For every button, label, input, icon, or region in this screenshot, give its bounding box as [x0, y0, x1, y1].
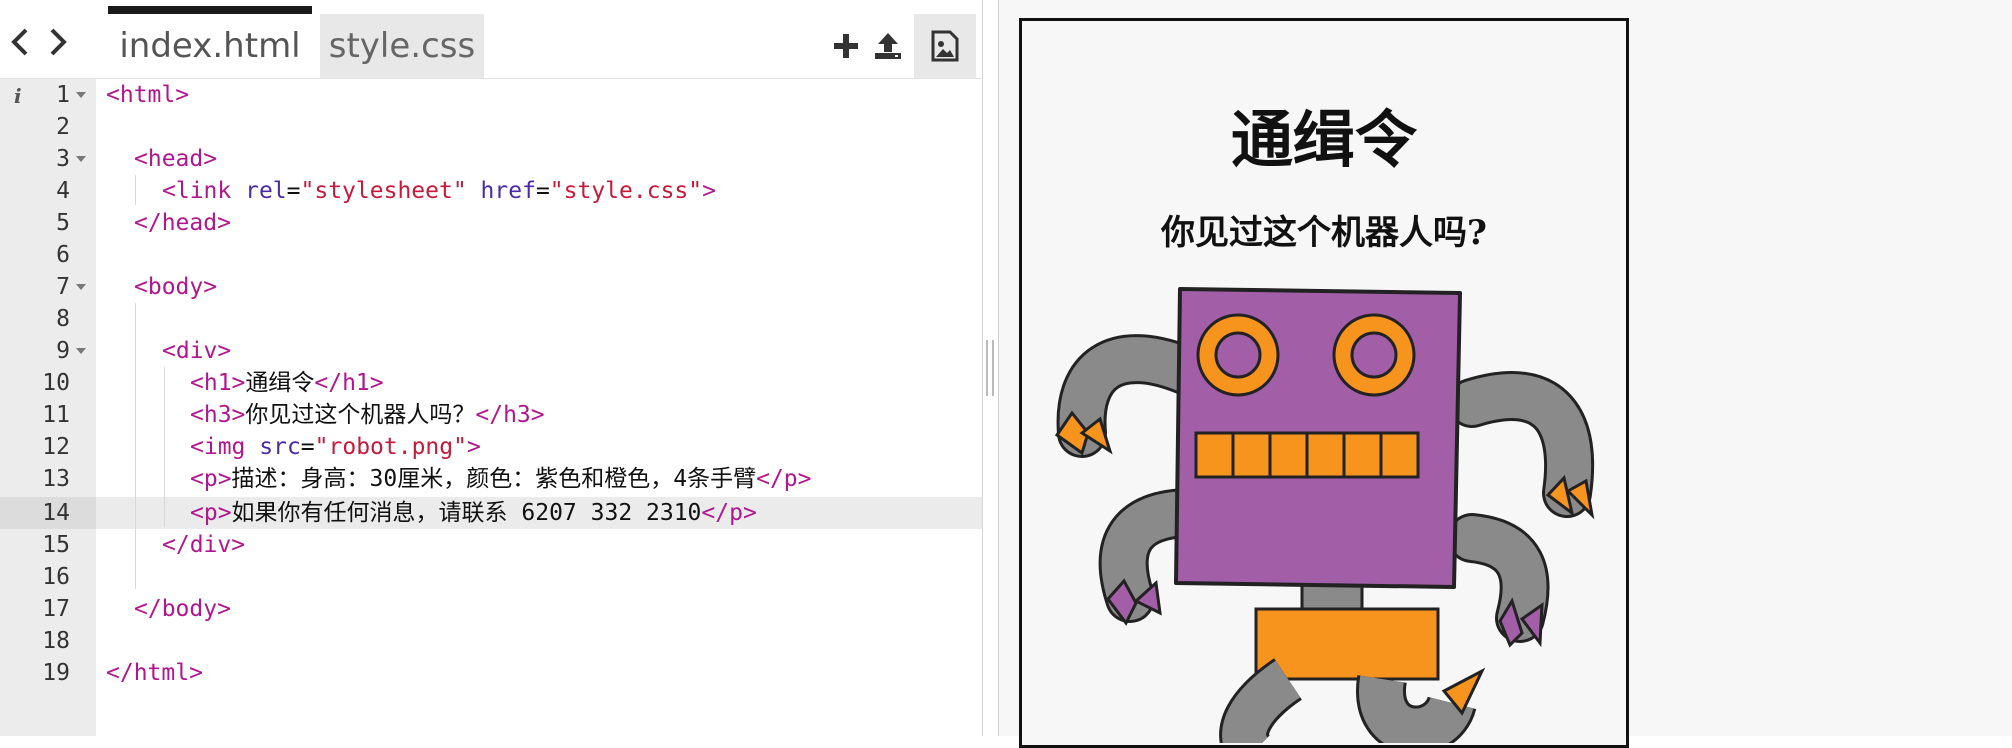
tag-token: </html>: [106, 660, 203, 686]
tag-token: <p>: [190, 500, 232, 526]
code-line-9: <div>: [162, 335, 231, 367]
equals-token: =: [286, 178, 301, 204]
tag-token: <h1>: [190, 370, 246, 396]
tag-token: <body>: [134, 274, 218, 300]
forward-icon[interactable]: [38, 20, 78, 64]
fold-arrow-icon[interactable]: [76, 348, 86, 354]
code-line-12: <img src="robot.png">: [190, 431, 481, 463]
line-number: 10: [42, 370, 70, 396]
tab-index-html[interactable]: index.html: [108, 6, 312, 78]
code-line-17: </body>: [134, 593, 231, 625]
pane-resize-handle[interactable]: [986, 340, 994, 396]
line-number: 3: [56, 146, 70, 172]
fold-arrow-icon[interactable]: [76, 156, 86, 162]
wanted-poster: 通缉令 你见过这个机器人吗?: [1019, 18, 1629, 748]
text-token: 如果你有任何消息，请联系 6207 332 2310: [231, 500, 702, 526]
tag-token: </p>: [756, 466, 812, 492]
line-number: 6: [56, 242, 70, 268]
line-number: 16: [42, 564, 70, 590]
string-token: "stylesheet": [300, 178, 467, 204]
add-icon[interactable]: [826, 24, 866, 68]
tag-token: </h3>: [475, 402, 545, 428]
code-line-3: <head>: [134, 143, 217, 175]
line-number: 5: [56, 210, 70, 236]
text-token: 描述：身高：30厘米，颜色：紫色和橙色，4条手臂: [231, 466, 757, 492]
line-number: 19: [42, 660, 70, 686]
code-line-14: <p>如果你有任何消息，请联系 6207 332 2310</p>: [190, 497, 757, 529]
tag-token: </head>: [134, 210, 231, 236]
code-line-11: <h3>你见过这个机器人吗？</h3>: [190, 399, 545, 431]
code-editor-pane: index.html style.css i 1 2 3 4 5 6 7 8 9…: [0, 0, 983, 736]
code-line-19: </html>: [106, 657, 203, 689]
tab-label: index.html: [119, 26, 301, 66]
code-line-5: </head>: [134, 207, 231, 239]
line-number: 4: [56, 178, 70, 204]
tag-token: <img: [190, 434, 246, 460]
line-number: 14: [42, 500, 70, 526]
code-line-4: <link rel="stylesheet" href="style.css">: [162, 175, 716, 207]
line-number: 11: [42, 402, 70, 428]
fold-arrow-icon[interactable]: [76, 92, 86, 98]
tag-token: <div>: [162, 338, 232, 364]
tag-token: </h1>: [314, 370, 384, 396]
tag-token: <p>: [190, 466, 232, 492]
line-number: 12: [42, 434, 70, 460]
attr-token: href: [480, 178, 536, 204]
tab-label: style.css: [328, 26, 476, 66]
poster-heading: 通缉令: [1230, 103, 1417, 176]
string-token: "robot.png": [314, 434, 467, 460]
line-number: 13: [42, 466, 70, 492]
tag-token: <head>: [134, 146, 218, 172]
editor-tab-bar: index.html style.css: [0, 0, 982, 79]
tag-token: <link: [162, 178, 232, 204]
code-line-7: <body>: [134, 271, 217, 303]
tag-token: >: [702, 178, 716, 204]
line-number: 1: [56, 82, 70, 108]
line-number: 18: [42, 628, 70, 654]
back-icon[interactable]: [0, 20, 40, 64]
tag-token: </body>: [134, 596, 231, 622]
tag-token: <html>: [106, 82, 190, 108]
fold-arrow-icon[interactable]: [76, 284, 86, 290]
code-line-10: <h1>通缉令</h1>: [190, 367, 384, 399]
line-number: 15: [42, 532, 70, 558]
robot-illustration: [1054, 287, 1595, 743]
tab-style-css[interactable]: style.css: [320, 14, 484, 78]
line-number: 7: [56, 274, 70, 300]
text-token: 你见过这个机器人吗？: [245, 402, 476, 428]
tag-token: </p>: [701, 500, 757, 526]
tag-token: >: [466, 434, 481, 460]
attr-token: rel: [245, 178, 287, 204]
text-token: 通缉令: [245, 370, 315, 396]
poster-subheading: 你见过这个机器人吗?: [1161, 213, 1487, 253]
line-number: 2: [56, 114, 70, 140]
line-number: 9: [56, 338, 70, 364]
tag-token: <h3>: [190, 402, 246, 428]
code-line-15: </div>: [162, 529, 245, 561]
line-number: 8: [56, 306, 70, 332]
line-number: 17: [42, 596, 70, 622]
preview-pane: 通缉令 你见过这个机器人吗?: [998, 0, 2012, 748]
string-token: "style.css": [549, 178, 703, 204]
equals-token: =: [300, 434, 315, 460]
code-area[interactable]: <html> <head> <link rel="stylesheet" hre…: [106, 79, 976, 736]
attr-token: src: [259, 434, 301, 460]
image-icon[interactable]: [914, 14, 976, 78]
upload-icon[interactable]: [868, 24, 908, 68]
equals-token: =: [535, 178, 550, 204]
tag-token: </div>: [162, 532, 246, 558]
code-line-13: <p>描述：身高：30厘米，颜色：紫色和橙色，4条手臂</p>: [190, 463, 811, 495]
code-line-1: <html>: [106, 79, 189, 111]
